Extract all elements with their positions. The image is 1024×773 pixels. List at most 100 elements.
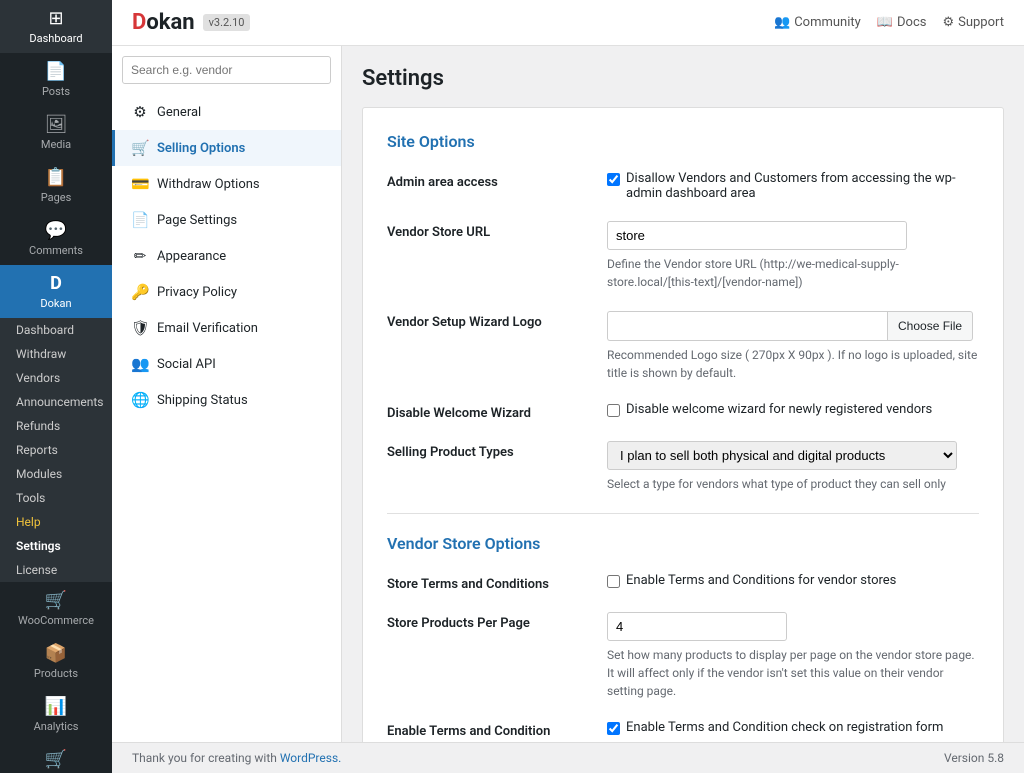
disable-welcome-wizard-checkbox-label: Disable welcome wizard for newly registe… xyxy=(626,402,932,417)
nav-item-email-verification[interactable]: 🛡 Email Verification xyxy=(112,310,341,346)
sidebar-item-products[interactable]: 📦 Products xyxy=(0,635,112,688)
choose-file-button[interactable]: Choose File xyxy=(887,311,973,341)
nav-item-privacy-policy[interactable]: 🔑 Privacy Policy xyxy=(112,274,341,310)
dokan-submenu-help[interactable]: Help xyxy=(0,510,112,534)
dokan-submenu-refunds[interactable]: Refunds xyxy=(0,414,112,438)
secondary-sidebar: ⚙ General 🛒 Selling Options 💳 Withdraw O… xyxy=(112,46,342,742)
dokan-submenu-tools[interactable]: Tools xyxy=(0,486,112,510)
topbar-links: 👥 Community 📖 Docs ⚙ Support xyxy=(774,15,1004,30)
dokan-submenu-reports[interactable]: Reports xyxy=(0,438,112,462)
page-settings-nav-icon: 📄 xyxy=(131,211,149,229)
wordpress-link[interactable]: WordPress. xyxy=(280,751,341,765)
support-icon: ⚙ xyxy=(942,15,954,30)
dokan-icon: D xyxy=(50,273,62,294)
docs-link[interactable]: 📖 Docs xyxy=(877,15,927,30)
enable-terms-condition-checkbox-label: Enable Terms and Condition check on regi… xyxy=(626,720,943,735)
privacy-policy-nav-icon: 🔑 xyxy=(131,283,149,301)
nav-item-general[interactable]: ⚙ General xyxy=(112,94,341,130)
sidebar-item-dashboard[interactable]: ⊞ Dashboard xyxy=(0,0,112,53)
store-products-per-page-description: Set how many products to display per pag… xyxy=(607,646,979,700)
sidebar-item-pages[interactable]: 📋 Pages xyxy=(0,159,112,212)
topbar-logo: Dokan v3.2.10 xyxy=(132,10,250,35)
sidebar-item-analytics[interactable]: 📊 Analytics xyxy=(0,688,112,741)
admin-area-access-control: Disallow Vendors and Customers from acce… xyxy=(607,171,979,201)
admin-area-access-checkbox-label: Disallow Vendors and Customers from acce… xyxy=(626,171,979,201)
appearance-nav-icon: ✏ xyxy=(131,247,149,265)
vendor-store-url-input[interactable] xyxy=(607,221,907,250)
selling-options-nav-icon: 🛒 xyxy=(131,139,149,157)
enable-terms-condition-checkbox[interactable] xyxy=(607,722,620,735)
community-icon: 👥 xyxy=(774,15,790,30)
store-terms-checkbox[interactable] xyxy=(607,575,620,588)
admin-area-access-label: Admin area access xyxy=(387,171,607,190)
disable-welcome-wizard-label-wrap[interactable]: Disable welcome wizard for newly registe… xyxy=(607,402,979,417)
enable-terms-condition-row: Enable Terms and Condition Enable Terms … xyxy=(387,720,979,739)
nav-item-selling-options[interactable]: 🛒 Selling Options xyxy=(112,130,341,166)
store-terms-label-wrap[interactable]: Enable Terms and Conditions for vendor s… xyxy=(607,573,979,588)
nav-item-social-api[interactable]: 👥 Social API xyxy=(112,346,341,382)
posts-icon: 📄 xyxy=(45,61,67,82)
dokan-submenu-modules[interactable]: Modules xyxy=(0,462,112,486)
vendor-setup-wizard-logo-label: Vendor Setup Wizard Logo xyxy=(387,311,607,330)
shipping-status-nav-icon: 🌐 xyxy=(131,391,149,409)
dokan-submenu-withdraw[interactable]: Withdraw xyxy=(0,342,112,366)
nav-item-page-settings[interactable]: 📄 Page Settings xyxy=(112,202,341,238)
general-nav-icon: ⚙ xyxy=(131,103,149,121)
dokan-submenu-announcements[interactable]: Announcements xyxy=(0,390,112,414)
main-wrapper: Dokan v3.2.10 👥 Community 📖 Docs ⚙ Suppo… xyxy=(112,0,1024,773)
footer: Thank you for creating with WordPress. V… xyxy=(112,742,1024,773)
nav-item-withdraw-options[interactable]: 💳 Withdraw Options xyxy=(112,166,341,202)
disable-welcome-wizard-checkbox[interactable] xyxy=(607,404,620,417)
disable-welcome-wizard-row: Disable Welcome Wizard Disable welcome w… xyxy=(387,402,979,421)
sidebar-item-posts[interactable]: 📄 Posts xyxy=(0,53,112,106)
file-input-row: Choose File xyxy=(607,311,979,341)
dokan-submenu-settings[interactable]: Settings xyxy=(0,534,112,558)
logo-version: v3.2.10 xyxy=(203,14,251,31)
sidebar-item-media[interactable]: 🖼 Media xyxy=(0,106,112,159)
sidebar-item-woocommerce[interactable]: 🛒 WooCommerce xyxy=(0,582,112,635)
store-products-per-page-row: Store Products Per Page Set how many pro… xyxy=(387,612,979,700)
analytics-icon: 📊 xyxy=(45,696,67,717)
dokan-submenu-license[interactable]: License xyxy=(0,558,112,582)
store-terms-control: Enable Terms and Conditions for vendor s… xyxy=(607,573,979,588)
products-icon: 📦 xyxy=(45,643,67,664)
enable-terms-condition-label: Enable Terms and Condition xyxy=(387,720,607,739)
search-input[interactable] xyxy=(122,56,331,84)
sidebar-item-comments[interactable]: 💬 Comments xyxy=(0,212,112,265)
social-api-nav-icon: 👥 xyxy=(131,355,149,373)
woocommerce2-icon: 🛒 xyxy=(45,749,67,770)
admin-area-access-row: Admin area access Disallow Vendors and C… xyxy=(387,171,979,201)
settings-panel: Site Options Admin area access Disallow … xyxy=(362,107,1004,742)
section-divider xyxy=(387,513,979,514)
email-verification-nav-icon: 🛡 xyxy=(131,319,149,337)
dokan-submenu: Dashboard Withdraw Vendors Announcements… xyxy=(0,318,112,582)
selling-product-types-row: Selling Product Types I plan to sell bot… xyxy=(387,441,979,493)
admin-area-access-label-wrap[interactable]: Disallow Vendors and Customers from acce… xyxy=(607,171,979,201)
vendor-store-options-title: Vendor Store Options xyxy=(387,534,979,553)
selling-product-types-description: Select a type for vendors what type of p… xyxy=(607,475,979,493)
site-options-title: Site Options xyxy=(387,132,979,151)
main-content: Settings Site Options Admin area access … xyxy=(342,46,1024,742)
community-link[interactable]: 👥 Community xyxy=(774,15,861,30)
content-area: ⚙ General 🛒 Selling Options 💳 Withdraw O… xyxy=(112,46,1024,742)
selling-product-types-select[interactable]: I plan to sell both physical and digital… xyxy=(607,441,957,470)
vendor-store-url-description: Define the Vendor store URL (http://we-m… xyxy=(607,255,979,291)
dashboard-icon: ⊞ xyxy=(48,8,63,29)
dokan-submenu-dashboard[interactable]: Dashboard xyxy=(0,318,112,342)
store-products-per-page-input[interactable] xyxy=(607,612,787,641)
pages-icon: 📋 xyxy=(45,167,67,188)
store-terms-checkbox-label: Enable Terms and Conditions for vendor s… xyxy=(626,573,896,588)
dokan-submenu-vendors[interactable]: Vendors xyxy=(0,366,112,390)
support-link[interactable]: ⚙ Support xyxy=(942,15,1004,30)
disable-welcome-wizard-control: Disable welcome wizard for newly registe… xyxy=(607,402,979,417)
nav-item-appearance[interactable]: ✏ Appearance xyxy=(112,238,341,274)
store-products-per-page-label: Store Products Per Page xyxy=(387,612,607,631)
sidebar-item-woocommerce2[interactable]: 🛒 WooCommerce xyxy=(0,741,112,773)
nav-item-shipping-status[interactable]: 🌐 Shipping Status xyxy=(112,382,341,418)
enable-terms-condition-label-wrap[interactable]: Enable Terms and Condition check on regi… xyxy=(607,720,979,735)
woocommerce-icon: 🛒 xyxy=(45,590,67,611)
admin-area-access-checkbox[interactable] xyxy=(607,173,620,186)
footer-version: Version 5.8 xyxy=(944,751,1004,765)
disable-welcome-wizard-label: Disable Welcome Wizard xyxy=(387,402,607,421)
sidebar-item-dokan[interactable]: D Dokan xyxy=(0,265,112,318)
